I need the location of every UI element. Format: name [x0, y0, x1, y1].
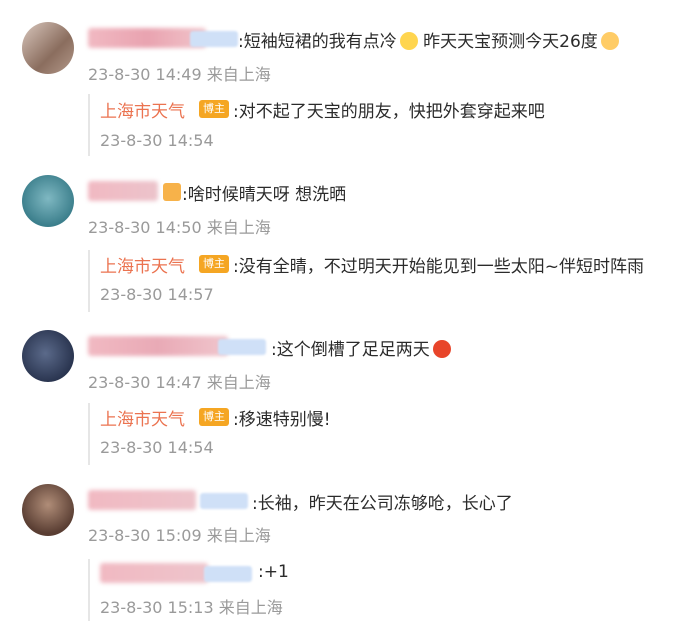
reply-divider — [88, 403, 90, 465]
comment-meta: 23-8-30 14:49 来自上海 — [88, 65, 271, 84]
sweat-emoji-icon — [600, 32, 619, 50]
username-redacted[interactable] — [88, 490, 196, 510]
badge-icon — [163, 183, 181, 201]
user-badge-redacted — [204, 566, 252, 582]
comment-meta: 23-8-30 15:09 来自上海 — [88, 526, 271, 545]
avatar[interactable] — [22, 484, 74, 536]
blogger-tag: 博主 — [199, 255, 229, 273]
avatar[interactable] — [22, 175, 74, 227]
username-redacted[interactable] — [88, 336, 228, 356]
reply-author[interactable]: 上海市天气 — [100, 405, 185, 430]
blogger-tag: 博主 — [199, 408, 229, 426]
reply-meta: 23-8-30 14:57 — [100, 285, 214, 304]
reply-divider — [88, 94, 90, 156]
user-badge-redacted — [200, 493, 248, 509]
blogger-tag: 博主 — [199, 100, 229, 118]
reply-divider — [88, 559, 90, 621]
reply-username-redacted[interactable] — [100, 563, 208, 583]
comment-text: :啥时候晴天呀 想洗晒 — [182, 185, 347, 205]
comment-text: :长袖，昨天在公司冻够呛，长心了 — [252, 494, 513, 514]
avatar[interactable] — [22, 22, 74, 74]
reply-meta: 23-8-30 14:54 — [100, 438, 214, 457]
reply-meta: 23-8-30 14:54 — [100, 131, 214, 150]
comment-text-main: :这个倒槽了足足两天 — [271, 340, 430, 360]
reply-divider — [88, 250, 90, 312]
username-redacted[interactable] — [88, 28, 206, 48]
angry-emoji-icon — [432, 340, 451, 358]
cold-face-emoji-icon — [399, 32, 418, 50]
reply-text: :没有全晴，不过明天开始能见到一些太阳~伴短时阵雨 — [233, 257, 644, 277]
comment-text-tail: 昨天天宝预测今天26度 — [417, 32, 598, 52]
reply-text: :+1 — [258, 562, 289, 582]
comment-text: :短袖短裙的我有点冷 昨天天宝预测今天26度 — [238, 27, 619, 52]
user-badge-redacted — [218, 339, 266, 355]
comment-text: :这个倒槽了足足两天 — [271, 335, 451, 360]
reply-text: :移速特别慢! — [233, 410, 331, 430]
reply-meta: 23-8-30 15:13 来自上海 — [100, 598, 283, 617]
reply-author[interactable]: 上海市天气 — [100, 252, 185, 277]
reply-author[interactable]: 上海市天气 — [100, 97, 185, 122]
comment-text-main: :短袖短裙的我有点冷 — [238, 32, 397, 52]
reply-text: :对不起了天宝的朋友，快把外套穿起来吧 — [233, 102, 545, 122]
avatar[interactable] — [22, 330, 74, 382]
username-redacted[interactable] — [88, 181, 158, 201]
user-badge-redacted — [190, 31, 238, 47]
comment-meta: 23-8-30 14:50 来自上海 — [88, 218, 271, 237]
comment-meta: 23-8-30 14:47 来自上海 — [88, 373, 271, 392]
